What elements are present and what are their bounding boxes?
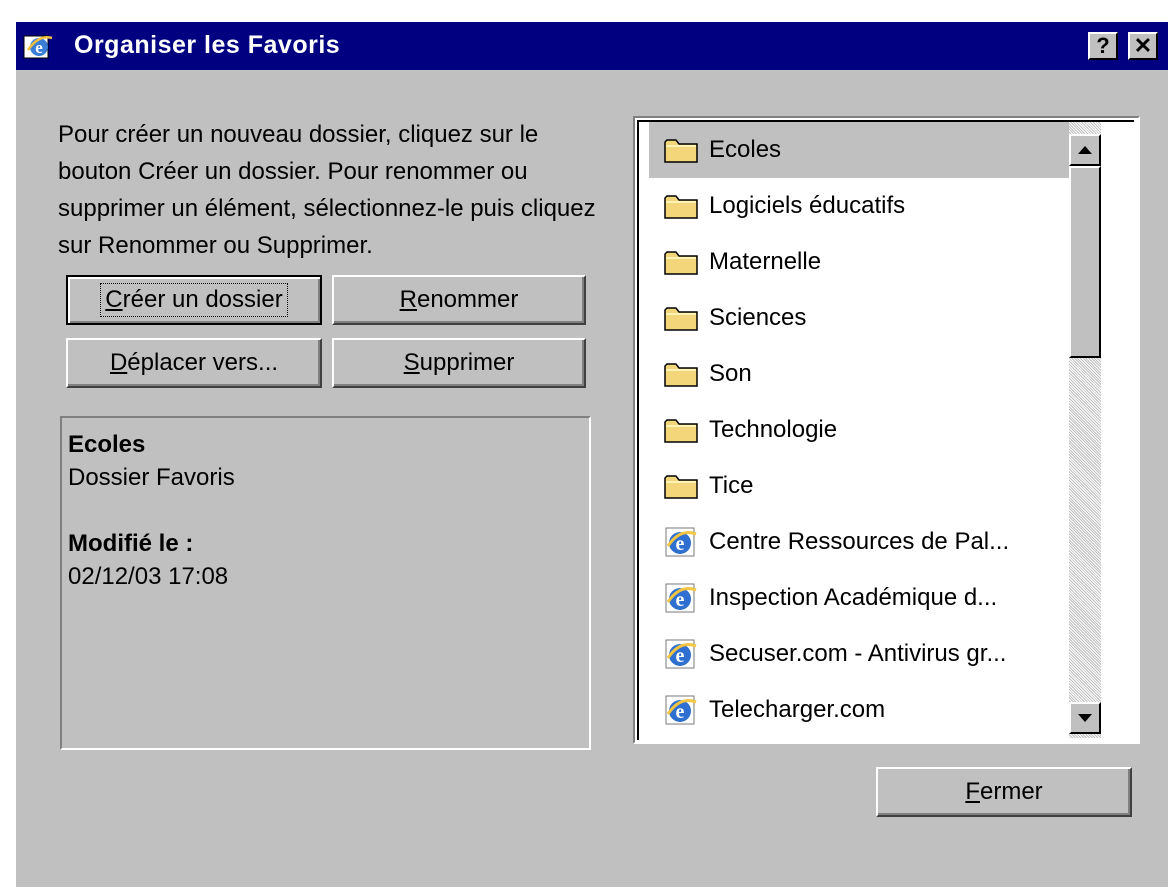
item-details-panel: Ecoles Dossier Favoris Modifié le : 02/1…	[60, 416, 591, 750]
help-icon: ?	[1096, 33, 1110, 58]
ie-link-icon: e	[663, 638, 699, 670]
favorites-item-label: Technologie	[709, 416, 838, 443]
create-folder-label: Créer un dossier	[100, 283, 288, 317]
favorites-list-item[interactable]: e Telecharger.com	[649, 682, 1071, 738]
favorites-list-item[interactable]: Ecoles	[649, 122, 1071, 178]
favorites-list-item[interactable]: Maternelle	[649, 234, 1071, 290]
instructions-text: Pour créer un nouveau dossier, cliquez s…	[58, 121, 596, 259]
dialog-client-area: Pour créer un nouveau dossier, cliquez s…	[16, 70, 1168, 887]
move-to-button[interactable]: Déplacer vers...	[66, 338, 322, 388]
favorites-list-item[interactable]: Technologie	[649, 402, 1071, 458]
scroll-up-button[interactable]	[1069, 134, 1101, 166]
folder-icon	[663, 358, 699, 390]
delete-button[interactable]: Supprimer	[332, 338, 586, 388]
favorites-item-label: Ecoles	[709, 136, 782, 163]
favorites-item-label: Sciences	[709, 304, 807, 331]
scroll-up-arrow-icon	[1078, 146, 1092, 154]
folder-icon	[663, 134, 699, 166]
close-window-button[interactable]: ✕	[1128, 32, 1158, 60]
title-bar[interactable]: e Organiser les Favoris ? ✕	[16, 22, 1168, 70]
favorites-list-item[interactable]: e Centre Ressources de Pal...	[649, 514, 1071, 570]
favorites-item-label: Secuser.com - Antivirus gr...	[709, 640, 1007, 667]
favorites-item-label: Maternelle	[709, 248, 822, 275]
modified-value: 02/12/03 17:08	[68, 563, 229, 590]
ie-link-icon: e	[663, 526, 699, 558]
move-to-label: Déplacer vers...	[109, 349, 279, 376]
rename-label: Renommer	[399, 286, 519, 313]
delete-label: Supprimer	[403, 349, 515, 376]
folder-icon	[663, 246, 699, 278]
screen-background-top	[0, 0, 1168, 22]
rename-button[interactable]: Renommer	[332, 275, 586, 325]
favorites-list-item[interactable]: Sciences	[649, 290, 1071, 346]
modified-label: Modifié le :	[68, 530, 194, 557]
vertical-scrollbar[interactable]	[1069, 122, 1101, 738]
favorites-list-item[interactable]: Tice	[649, 458, 1071, 514]
internet-explorer-icon: e	[23, 35, 53, 59]
organize-favorites-dialog: e Organiser les Favoris ? ✕ Pour créer u…	[0, 0, 1168, 887]
scroll-thumb[interactable]	[1069, 166, 1101, 358]
folder-icon	[663, 190, 699, 222]
item-type: Dossier Favoris	[68, 464, 235, 491]
favorites-item-label: Logiciels éducatifs	[709, 192, 906, 219]
create-folder-button[interactable]: Créer un dossier	[66, 275, 322, 325]
favorites-item-label: Telecharger.com	[709, 696, 886, 723]
ie-link-icon: e	[663, 694, 699, 726]
favorites-list-inner: Ecoles Logiciels éducatifs Maternelle Scien…	[637, 120, 1134, 740]
item-name: Ecoles	[68, 431, 146, 458]
screen-background-left	[0, 0, 16, 887]
favorites-items: Ecoles Logiciels éducatifs Maternelle Scien…	[649, 122, 1071, 738]
favorites-item-label: Inspection Académique d...	[709, 584, 998, 611]
scroll-down-button[interactable]	[1069, 702, 1101, 734]
favorites-list[interactable]: Ecoles Logiciels éducatifs Maternelle Scien…	[633, 116, 1140, 744]
close-dialog-button[interactable]: Fermer	[876, 767, 1132, 817]
help-button[interactable]: ?	[1088, 32, 1118, 60]
folder-icon	[663, 302, 699, 334]
ie-link-icon: e	[663, 582, 699, 614]
window-title: Organiser les Favoris	[74, 31, 341, 59]
scroll-down-arrow-icon	[1078, 714, 1092, 722]
close-dialog-label: Fermer	[965, 778, 1043, 805]
close-icon: ✕	[1133, 33, 1153, 58]
favorites-list-item[interactable]: e Inspection Académique d...	[649, 570, 1071, 626]
favorites-item-label: Tice	[709, 472, 754, 499]
favorites-list-item[interactable]: e Secuser.com - Antivirus gr...	[649, 626, 1071, 682]
favorites-item-label: Son	[709, 360, 752, 387]
folder-icon	[663, 414, 699, 446]
favorites-list-item[interactable]: Logiciels éducatifs	[649, 178, 1071, 234]
favorites-list-item[interactable]: Son	[649, 346, 1071, 402]
favorites-item-label: Centre Ressources de Pal...	[709, 528, 1010, 555]
folder-icon	[663, 470, 699, 502]
